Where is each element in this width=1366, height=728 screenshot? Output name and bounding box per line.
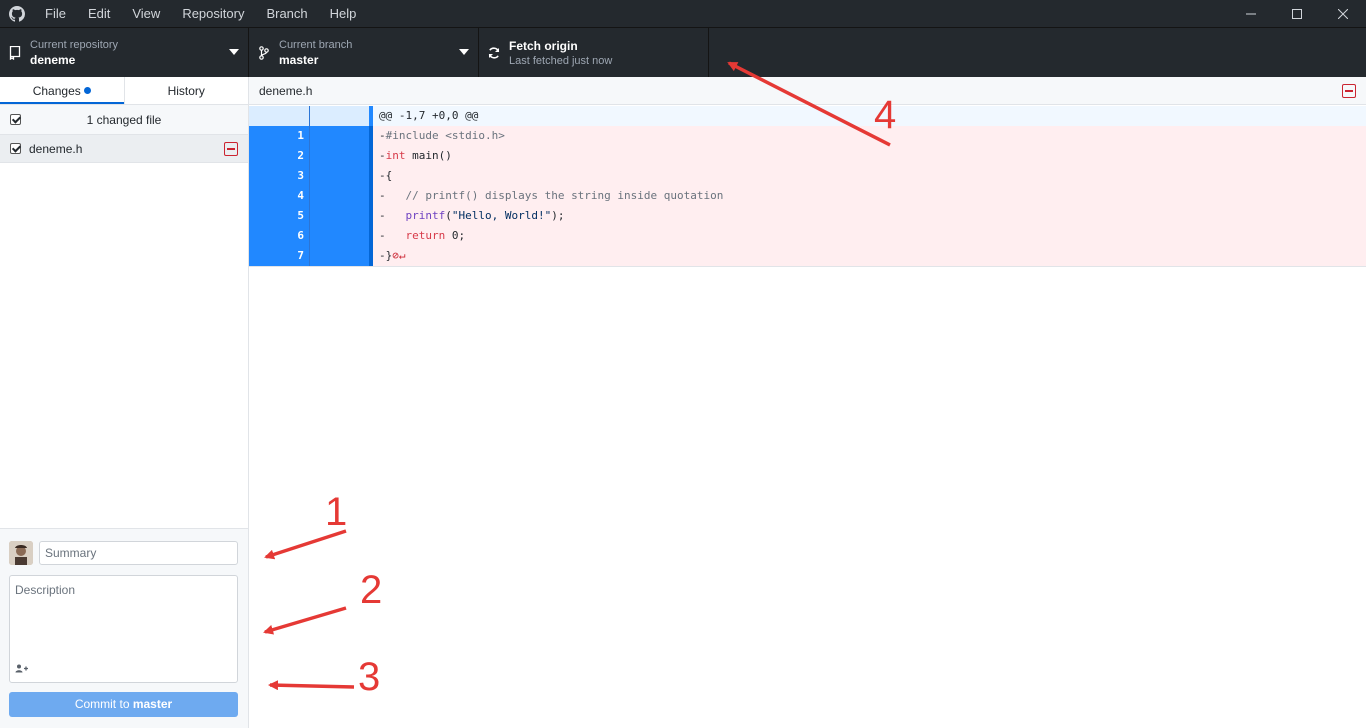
file-name: deneme.h <box>29 141 83 156</box>
line-number[interactable]: 7 <box>249 246 309 266</box>
close-icon[interactable] <box>1320 0 1366 27</box>
fetch-status: Last fetched just now <box>509 54 613 67</box>
line-number[interactable]: 1 <box>249 126 309 146</box>
sidebar: Changes History 1 changed file deneme.h … <box>0 77 249 728</box>
commit-button-branch: master <box>132 697 173 711</box>
fetch-label: Fetch origin <box>509 38 578 53</box>
diff-line-code: -#include <stdio.h> <box>373 126 1366 146</box>
tab-history-label: History <box>167 84 205 98</box>
repo-icon <box>0 45 30 60</box>
annotation-number-2: 2 <box>360 568 383 612</box>
diff-header: deneme.h <box>249 77 1366 105</box>
annotation-number-1: 1 <box>325 490 348 534</box>
file-deleted-icon <box>1342 84 1356 98</box>
line-number[interactable]: 2 <box>249 146 309 166</box>
menu-file[interactable]: File <box>34 0 77 27</box>
diff-line[interactable]: 2 -int main() <box>249 146 1366 166</box>
diff-view: @@ -1,7 +0,0 @@ 1 -#include <stdio.h> 2 … <box>249 106 1366 266</box>
menu-help[interactable]: Help <box>319 0 368 27</box>
branch-sub-label: Current branch <box>279 38 353 51</box>
menu-bar: File Edit View Repository Branch Help <box>34 0 367 27</box>
commit-panel: Commit to master <box>0 528 248 728</box>
diff-line[interactable]: 3 -{ <box>249 166 1366 186</box>
changes-indicator-dot <box>83 87 91 94</box>
diff-line[interactable]: 1 -#include <stdio.h> <box>249 126 1366 146</box>
title-bar: File Edit View Repository Branch Help <box>0 0 1366 27</box>
changed-files-count: 1 changed file <box>86 112 162 127</box>
menu-branch[interactable]: Branch <box>255 0 318 27</box>
repo-name: deneme <box>30 52 76 67</box>
annotation-number-4: 4 <box>874 93 897 137</box>
menu-edit[interactable]: Edit <box>77 0 121 27</box>
line-number[interactable]: 5 <box>249 206 309 226</box>
diff-line[interactable]: 7 -}⊘↵ <box>249 246 1366 266</box>
tab-changes-label: Changes <box>32 84 81 98</box>
sync-icon <box>479 46 509 60</box>
line-number[interactable]: 6 <box>249 226 309 246</box>
hunk-header[interactable]: @@ -1,7 +0,0 @@ <box>249 106 1366 126</box>
file-list-item[interactable]: deneme.h <box>0 135 248 163</box>
maximize-icon[interactable] <box>1274 0 1320 27</box>
commit-summary-input[interactable] <box>39 541 238 565</box>
diff-line-code: -int main() <box>373 146 1366 166</box>
commit-button-prefix: Commit to <box>74 697 133 711</box>
chevron-down-icon <box>229 49 239 55</box>
no-newline-icon: ⊘↵ <box>392 249 406 262</box>
tab-history[interactable]: History <box>123 77 249 104</box>
toolbar: Current repository deneme Current branch… <box>0 27 1366 77</box>
changes-header: 1 changed file <box>0 105 248 135</box>
diff-line-code: -}⊘↵ <box>373 246 1366 266</box>
line-number[interactable]: 3 <box>249 166 309 186</box>
diff-divider <box>249 266 1366 267</box>
sidebar-tabs: Changes History <box>0 77 248 105</box>
file-deleted-icon <box>224 142 238 156</box>
line-number[interactable]: 4 <box>249 186 309 206</box>
file-checkbox[interactable] <box>10 143 21 154</box>
current-repository-button[interactable]: Current repository deneme <box>0 28 249 77</box>
diff-line-code: - printf("Hello, World!"); <box>373 206 1366 226</box>
annotation-arrow-3 <box>268 680 355 691</box>
diff-line-code: - // printf() displays the string inside… <box>373 186 1366 206</box>
add-coauthor-icon[interactable] <box>15 664 28 676</box>
chevron-down-icon <box>459 49 469 55</box>
commit-button[interactable]: Commit to master <box>9 692 238 717</box>
diff-line[interactable]: 5 - printf("Hello, World!"); <box>249 206 1366 226</box>
diff-file-name: deneme.h <box>259 83 313 98</box>
fetch-origin-button[interactable]: Fetch origin Last fetched just now <box>479 28 709 77</box>
diff-line-code: - return 0; <box>373 226 1366 246</box>
branch-name: master <box>279 52 319 67</box>
hunk-header-text: @@ -1,7 +0,0 @@ <box>373 106 1366 126</box>
repo-sub-label: Current repository <box>30 38 119 51</box>
diff-line[interactable]: 6 - return 0; <box>249 226 1366 246</box>
commit-description-box <box>9 575 238 683</box>
commit-description-input[interactable] <box>10 576 237 660</box>
minimize-icon[interactable] <box>1228 0 1274 27</box>
avatar <box>9 541 33 565</box>
tab-changes[interactable]: Changes <box>0 77 124 104</box>
annotation-arrow-2 <box>263 606 347 635</box>
diff-line[interactable]: 4 - // printf() displays the string insi… <box>249 186 1366 206</box>
annotation-number-3: 3 <box>358 655 381 699</box>
menu-repository[interactable]: Repository <box>171 0 255 27</box>
diff-line-code: -{ <box>373 166 1366 186</box>
github-logo-icon <box>0 0 34 27</box>
current-branch-button[interactable]: Current branch master <box>249 28 479 77</box>
window-controls <box>1228 0 1366 27</box>
menu-view[interactable]: View <box>121 0 171 27</box>
branch-icon <box>249 45 279 60</box>
